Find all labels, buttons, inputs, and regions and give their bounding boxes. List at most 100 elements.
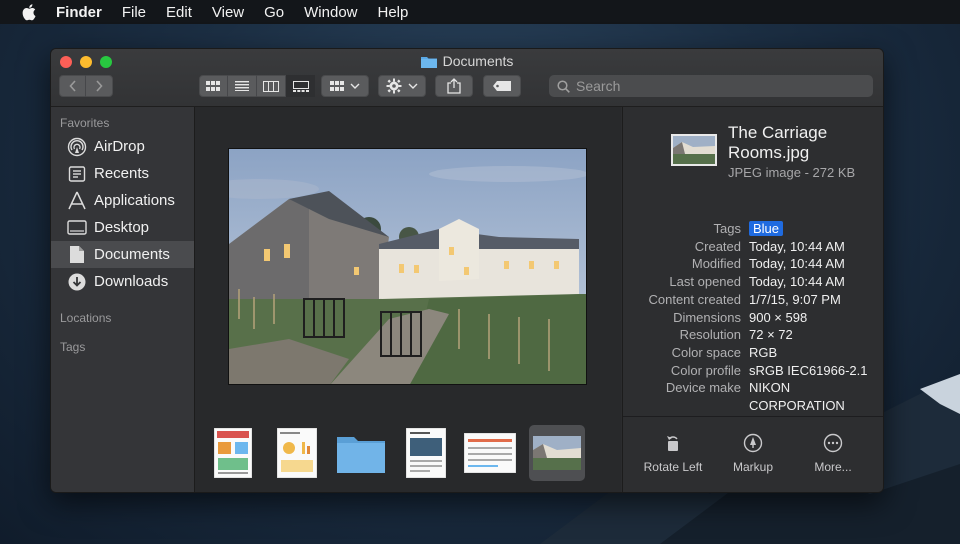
- recents-icon: [67, 164, 87, 184]
- thumbnail-item[interactable]: [405, 427, 447, 479]
- sidebar-item-airdrop[interactable]: AirDrop: [51, 133, 194, 160]
- markup-button[interactable]: Markup: [713, 432, 793, 474]
- metadata-value: sRGB IEC61966-2.1: [749, 362, 868, 378]
- icon-view-button[interactable]: [199, 75, 228, 97]
- sidebar-item-recents[interactable]: Recents: [51, 160, 194, 187]
- metadata-value: Today, 10:44 AM: [749, 256, 845, 272]
- sidebar-item-label: AirDrop: [94, 138, 145, 155]
- file-kind: JPEG image - 272 KB: [728, 165, 856, 180]
- sidebar-item-downloads[interactable]: Downloads: [51, 268, 194, 295]
- metadata-key: Device make: [665, 380, 741, 396]
- menu-view[interactable]: View: [212, 4, 244, 21]
- column-view-button[interactable]: [257, 75, 286, 97]
- metadata-key: Color profile: [670, 362, 741, 378]
- sidebar-item-applications[interactable]: Applications: [51, 187, 194, 214]
- share-icon: [447, 78, 461, 94]
- metadata-key: Color space: [671, 344, 741, 360]
- sidebar-item-desktop[interactable]: Desktop: [51, 214, 194, 241]
- sidebar-section-favorites: Favorites: [60, 116, 110, 130]
- menu-app-name[interactable]: Finder: [56, 4, 102, 21]
- group-by-button[interactable]: [321, 75, 369, 97]
- metadata-value: Today, 10:44 AM: [749, 274, 845, 290]
- metadata-row: Created Today, 10:44 AM: [623, 238, 883, 256]
- info-divider: [623, 416, 883, 417]
- metadata-row: Color profile sRGB IEC61966-2.1: [623, 362, 883, 380]
- photo-file-icon: [673, 136, 715, 164]
- menu-go[interactable]: Go: [264, 4, 284, 21]
- back-forward-group: [59, 75, 113, 97]
- folder-title-icon: [420, 56, 437, 68]
- apple-menu-icon[interactable]: [20, 2, 40, 22]
- view-mode-control: [199, 75, 315, 97]
- chevron-down-icon: [350, 83, 360, 89]
- chevron-right-icon: [96, 80, 103, 92]
- metadata-value: NIKON CORPORATION: [749, 380, 845, 414]
- menu-file[interactable]: File: [122, 4, 146, 21]
- search-icon: [557, 79, 570, 93]
- metadata-row: Content created 1/7/15, 9:07 PM: [623, 291, 883, 309]
- sidebar: Favorites AirDrop Recents Applications D…: [51, 107, 195, 492]
- gallery-view-button[interactable]: [286, 75, 315, 97]
- metadata-row: Last opened Today, 10:44 AM: [623, 273, 883, 291]
- sidebar-item-documents[interactable]: Documents: [51, 241, 194, 268]
- tag-icon: [493, 81, 511, 91]
- document-thumbnail-icon: [406, 428, 446, 478]
- forward-button[interactable]: [86, 75, 112, 97]
- icon-view-icon: [206, 81, 220, 91]
- more-label: More...: [814, 460, 852, 474]
- more-icon: [823, 433, 843, 453]
- window-title-text: Documents: [442, 53, 514, 69]
- markup-icon: [743, 433, 763, 453]
- metadata-key: Tags: [713, 221, 741, 236]
- gallery-view-icon: [292, 80, 309, 92]
- sidebar-item-label: Downloads: [94, 273, 169, 290]
- gallery-view: [195, 107, 621, 492]
- menu-help[interactable]: Help: [378, 4, 409, 21]
- thumbnail-item-selected[interactable]: [529, 425, 585, 481]
- thumbnail-item[interactable]: [276, 427, 318, 479]
- thumbnail-item[interactable]: [213, 427, 253, 479]
- tag-badge[interactable]: Blue: [749, 221, 784, 236]
- metadata-row: Color space RGB: [623, 344, 883, 362]
- file-name: The Carriage Rooms.jpg: [728, 123, 828, 162]
- metadata-row-tags: Tags Blue: [623, 220, 883, 238]
- metadata-row: Dimensions 900 × 598: [623, 309, 883, 327]
- share-button[interactable]: [435, 75, 473, 97]
- menu-edit[interactable]: Edit: [166, 4, 192, 21]
- sidebar-section-tags: Tags: [60, 340, 86, 354]
- sidebar-item-label: Documents: [94, 246, 170, 263]
- metadata-key: Resolution: [679, 327, 741, 343]
- search-field[interactable]: Search: [549, 75, 873, 97]
- chevron-left-icon: [68, 80, 76, 92]
- desktop-icon: [67, 218, 87, 238]
- gear-icon: [386, 78, 402, 94]
- sidebar-section-locations: Locations: [60, 311, 112, 325]
- window-title: Documents: [51, 53, 883, 69]
- spreadsheet-thumbnail-icon: [464, 433, 516, 473]
- metadata-key: Content created: [648, 291, 741, 307]
- menu-window[interactable]: Window: [304, 4, 357, 21]
- action-button[interactable]: [378, 75, 426, 97]
- rotate-left-icon: [667, 436, 678, 451]
- metadata-value: 1/7/15, 9:07 PM: [749, 291, 841, 307]
- metadata-key: Created: [694, 238, 741, 254]
- thumbnail-item[interactable]: [463, 427, 517, 479]
- thumbnail-item[interactable]: [336, 427, 386, 479]
- image-preview[interactable]: [228, 148, 587, 385]
- tag-button[interactable]: [483, 75, 521, 97]
- metadata-key: Dimensions: [673, 309, 741, 325]
- airdrop-icon: [67, 137, 87, 157]
- applications-icon: [67, 191, 87, 211]
- group-grid-icon: [330, 81, 344, 91]
- sidebar-item-label: Desktop: [94, 219, 150, 236]
- rotate-left-button[interactable]: Rotate Left: [633, 432, 713, 474]
- more-button[interactable]: More...: [793, 432, 873, 474]
- list-view-button[interactable]: [228, 75, 257, 97]
- rotate-left-label: Rotate Left: [643, 460, 703, 474]
- metadata-row: Device make NIKON CORPORATION: [623, 379, 883, 414]
- metadata-list: Tags Blue Created Today, 10:44 AM Modifie…: [623, 220, 883, 415]
- document-thumbnail-icon: [214, 428, 252, 478]
- back-button[interactable]: [60, 75, 87, 97]
- chevron-down-icon: [408, 83, 418, 89]
- sidebar-item-label: Recents: [94, 165, 150, 182]
